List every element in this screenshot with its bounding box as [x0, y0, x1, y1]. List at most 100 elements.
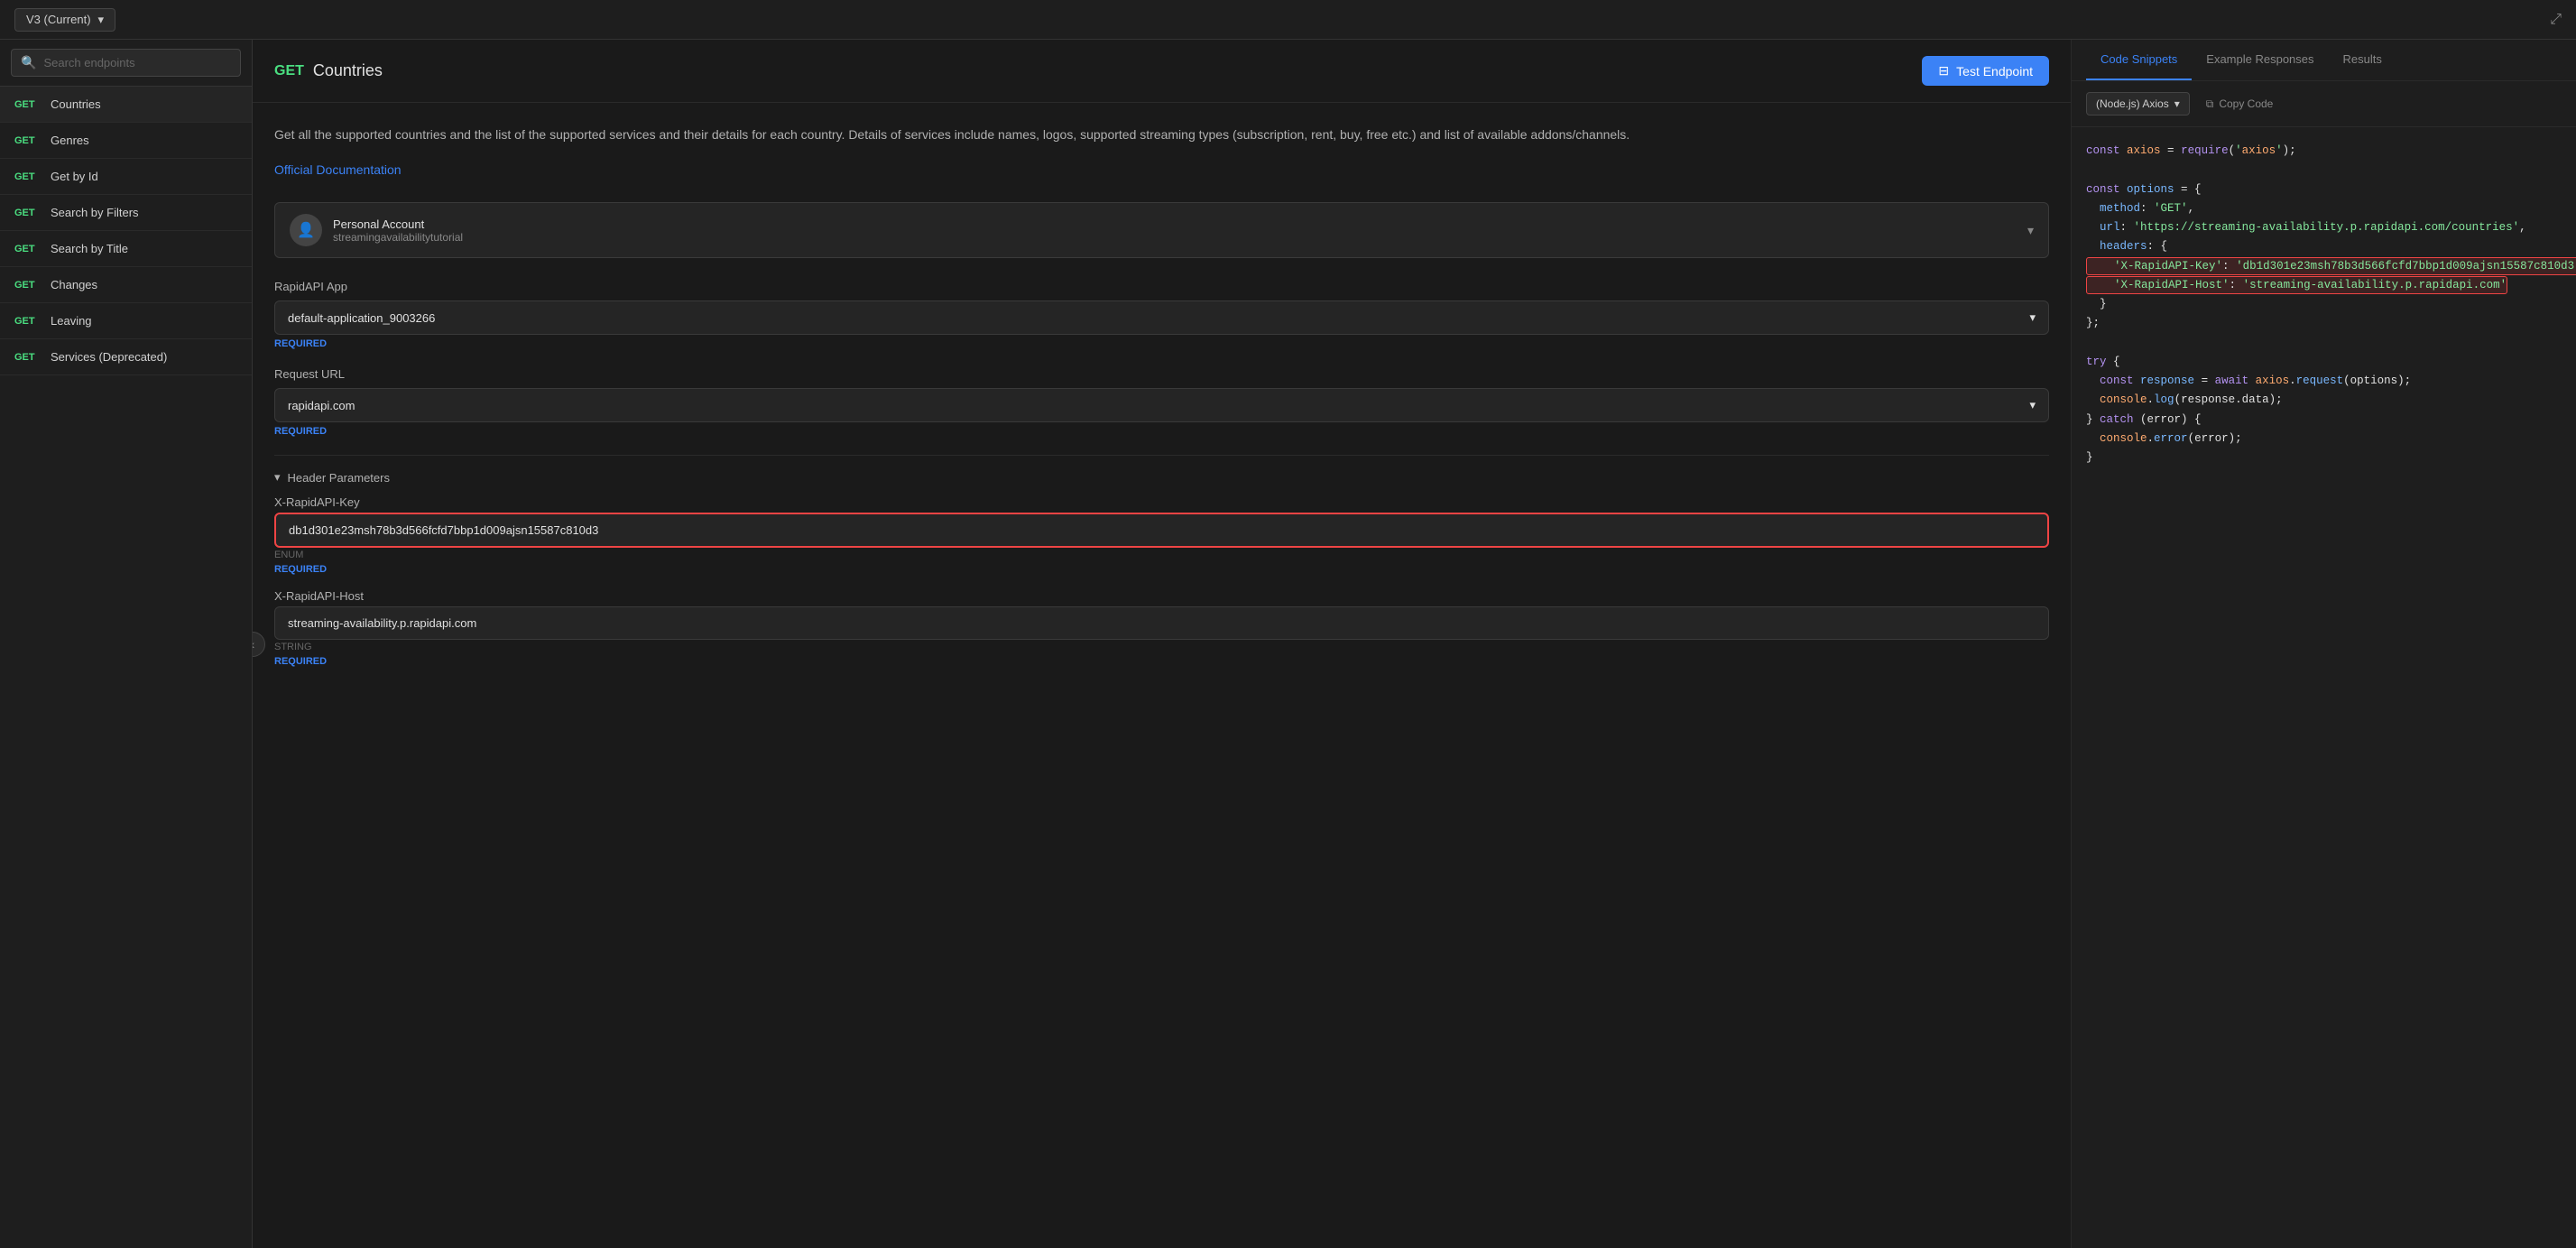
language-selector[interactable]: (Node.js) Axios ▾: [2086, 92, 2190, 116]
code-line: try {: [2086, 353, 2562, 372]
search-input[interactable]: [43, 56, 231, 69]
x-rapidapi-key-required: REQUIRED: [274, 564, 2049, 575]
x-rapidapi-host-required: REQUIRED: [274, 656, 2049, 667]
chevron-down-icon: ▾: [2029, 398, 2036, 412]
sidebar-item[interactable]: GET Services (Deprecated): [0, 339, 252, 375]
method-badge: GET: [14, 280, 42, 291]
panel-header: GET Countries ⊟ Test Endpoint: [253, 40, 2071, 103]
main-layout: 🔍 GET Countries GET Genres GET Get by Id…: [0, 40, 2576, 1248]
sidebar-item[interactable]: GET Search by Title: [0, 231, 252, 267]
x-rapidapi-host-type: STRING: [274, 642, 2049, 652]
sidebar: 🔍 GET Countries GET Genres GET Get by Id…: [0, 40, 253, 1248]
x-rapidapi-key-input[interactable]: [274, 513, 2049, 548]
tab-example-responses[interactable]: Example Responses: [2192, 40, 2328, 80]
copy-code-button[interactable]: ⧉ Copy Code: [2199, 93, 2281, 116]
endpoint-name: Changes: [51, 278, 97, 291]
endpoint-name: Search by Title: [51, 242, 128, 255]
account-selector[interactable]: 👤 Personal Account streamingavailability…: [274, 202, 2049, 258]
code-line: const options = {: [2086, 180, 2562, 199]
copy-code-label: Copy Code: [2219, 97, 2273, 110]
code-line: headers: {: [2086, 237, 2562, 256]
sidebar-item[interactable]: GET Search by Filters: [0, 195, 252, 231]
chevron-down-icon: ▾: [2027, 223, 2034, 238]
right-panel: Code SnippetsExample ResponsesResults (N…: [2071, 40, 2576, 1248]
top-bar: V3 (Current) ▾ ⤢: [0, 0, 2576, 40]
test-endpoint-label: Test Endpoint: [1956, 64, 2033, 79]
endpoint-name: Search by Filters: [51, 206, 139, 219]
code-line: console.log(response.data);: [2086, 391, 2562, 410]
language-label: (Node.js) Axios: [2096, 97, 2169, 110]
x-rapidapi-host-input[interactable]: [274, 606, 2049, 640]
sidebar-item[interactable]: GET Countries: [0, 87, 252, 123]
code-line: method: 'GET',: [2086, 199, 2562, 218]
description-text: Get all the supported countries and the …: [274, 125, 2049, 144]
code-line: 'X-RapidAPI-Host': 'streaming-availabili…: [2086, 276, 2562, 295]
avatar: 👤: [290, 214, 322, 246]
header-params-section[interactable]: ▾ Header Parameters: [274, 455, 2049, 495]
code-line: console.error(error);: [2086, 430, 2562, 448]
search-wrapper: 🔍: [11, 49, 241, 77]
code-line: }: [2086, 295, 2562, 314]
panel-wrapper: ‹ GET Countries ⊟ Test Endpoint Get all …: [253, 40, 2576, 1248]
sidebar-item[interactable]: GET Genres: [0, 123, 252, 159]
panel-content: Get all the supported countries and the …: [253, 103, 2071, 1248]
method-badge: GET: [274, 63, 304, 79]
chevron-down-icon: ▾: [2174, 97, 2180, 110]
code-line: const axios = require('axios');: [2086, 142, 2562, 161]
code-line: }: [2086, 448, 2562, 467]
method-badge: GET: [14, 208, 42, 218]
version-selector[interactable]: V3 (Current) ▾: [14, 8, 115, 32]
rapidapi-app-label: RapidAPI App: [274, 280, 2049, 293]
endpoint-title: GET Countries: [274, 61, 383, 80]
code-area: const axios = require('axios'); const op…: [2072, 127, 2576, 1248]
account-info: Personal Account streamingavailabilitytu…: [333, 217, 2017, 244]
request-url-value: rapidapi.com: [288, 399, 355, 412]
right-panel-toolbar: (Node.js) Axios ▾ ⧉ Copy Code: [2072, 81, 2576, 127]
x-rapidapi-host-label: X-RapidAPI-Host: [274, 589, 2049, 603]
rapidapi-app-required: REQUIRED: [274, 338, 2049, 349]
official-doc-link[interactable]: Official Documentation: [274, 162, 2049, 177]
test-endpoint-button[interactable]: ⊟ Test Endpoint: [1922, 56, 2049, 86]
x-rapidapi-key-label: X-RapidAPI-Key: [274, 495, 2049, 509]
request-url-label: Request URL: [274, 367, 2049, 381]
right-panel-tabs: Code SnippetsExample ResponsesResults: [2072, 40, 2576, 81]
endpoint-name: Leaving: [51, 314, 92, 328]
center-panel: GET Countries ⊟ Test Endpoint Get all th…: [253, 40, 2071, 1248]
method-badge: GET: [14, 244, 42, 254]
rapidapi-app-value: default-application_9003266: [288, 311, 435, 325]
x-rapidapi-key-type: ENUM: [274, 550, 2049, 560]
code-line: } catch (error) {: [2086, 411, 2562, 430]
rapidapi-app-field: RapidAPI App default-application_9003266…: [274, 280, 2049, 349]
tab-results[interactable]: Results: [2329, 40, 2396, 80]
expand-icon[interactable]: ⤢: [2550, 12, 2562, 28]
chevron-down-icon: ▾: [2029, 310, 2036, 325]
rapidapi-app-select[interactable]: default-application_9003266 ▾: [274, 300, 2049, 335]
account-sub: streamingavailabilitytutorial: [333, 231, 2017, 244]
copy-icon: ⧉: [2206, 97, 2214, 111]
endpoint-name: Services (Deprecated): [51, 350, 167, 364]
app-container: V3 (Current) ▾ ⤢ 🔍 GET Countries GET Gen…: [0, 0, 2576, 1248]
sidebar-item[interactable]: GET Leaving: [0, 303, 252, 339]
endpoint-name: Countries: [313, 61, 383, 80]
code-line: 'X-RapidAPI-Key': 'db1d301e23msh78b3d566…: [2086, 257, 2562, 276]
code-line: [2086, 334, 2562, 353]
x-rapidapi-key-field: X-RapidAPI-Key ENUM REQUIRED: [274, 495, 2049, 575]
endpoint-name: Get by Id: [51, 170, 98, 183]
chevron-down-icon: ▾: [98, 13, 105, 27]
x-rapidapi-host-field: X-RapidAPI-Host STRING REQUIRED: [274, 589, 2049, 667]
sliders-icon: ⊟: [1938, 63, 1949, 79]
method-badge: GET: [14, 171, 42, 182]
version-label: V3 (Current): [26, 13, 91, 26]
tab-code-snippets[interactable]: Code Snippets: [2086, 40, 2192, 80]
method-badge: GET: [14, 316, 42, 327]
request-url-select[interactable]: rapidapi.com ▾: [274, 388, 2049, 422]
search-container: 🔍: [0, 40, 252, 87]
sidebar-item[interactable]: GET Changes: [0, 267, 252, 303]
request-url-required: REQUIRED: [274, 426, 2049, 437]
sidebar-item[interactable]: GET Get by Id: [0, 159, 252, 195]
code-line: url: 'https://streaming-availability.p.r…: [2086, 218, 2562, 237]
code-line: };: [2086, 314, 2562, 333]
code-line: const response = await axios.request(opt…: [2086, 372, 2562, 391]
request-url-field: Request URL rapidapi.com ▾ REQUIRED: [274, 367, 2049, 437]
method-badge: GET: [14, 135, 42, 146]
